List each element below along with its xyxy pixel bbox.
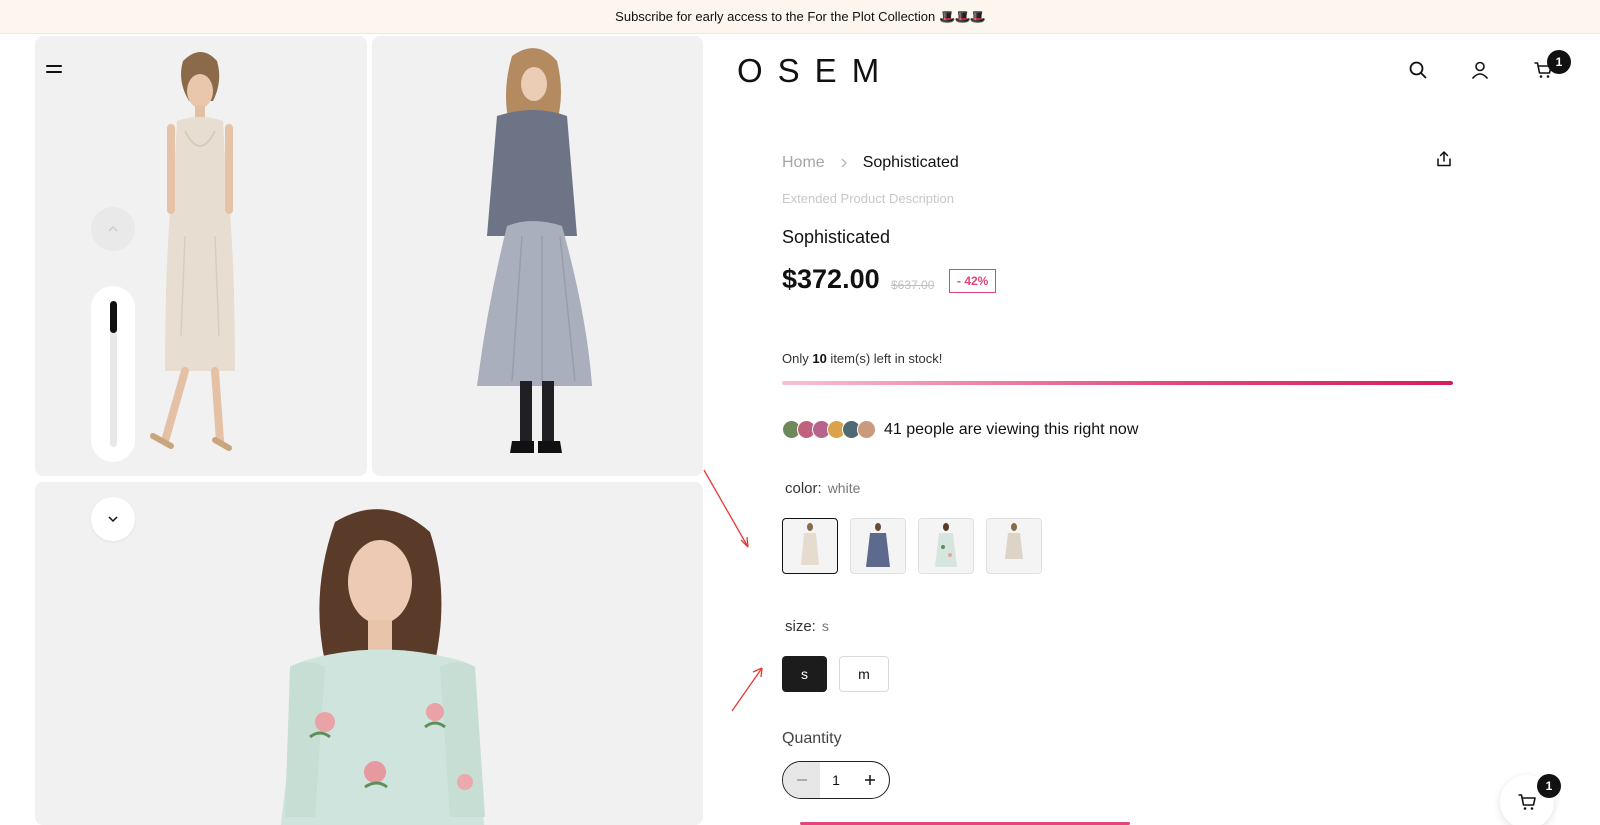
search-button[interactable] [1406,58,1430,82]
discount-badge: - 42% [949,269,997,293]
product-old-price: $637.00 [891,278,935,292]
site-logo[interactable]: OSEM [737,52,894,90]
quantity-stepper: 1 [782,761,890,799]
swatch-thumbnail [935,523,957,567]
menu-button[interactable] [46,62,62,76]
quantity-input[interactable]: 1 [820,772,851,788]
product-image-1[interactable] [35,36,367,476]
live-viewers: 41 people are viewing this right now [782,420,1138,439]
breadcrumb-current: Sophisticated [862,154,959,171]
cart-count-badge: 1 [1547,50,1571,74]
stock-count: 10 [812,351,827,366]
swatch-thumbnail [801,523,819,565]
gallery-next-button[interactable] [91,497,135,541]
model-image-champagne-dress [150,52,235,451]
swatch-thumbnail [866,523,890,567]
product-image-3[interactable] [35,482,703,825]
account-button[interactable] [1468,58,1492,82]
gallery-prev-button[interactable] [91,207,135,251]
extended-description-link[interactable]: Extended Product Description [782,191,954,206]
viewers-text: 41 people are viewing this right now [884,420,1139,438]
product-title: Sophisticated [782,227,891,247]
quantity-increase-button[interactable] [852,762,889,798]
hamburger-icon [46,65,62,67]
size-option-m[interactable]: m [839,656,889,692]
search-icon [1409,61,1427,79]
stock-progress-fill [782,381,1453,385]
chevron-right-icon [839,158,849,168]
chevron-down-icon [108,516,118,523]
size-label: size: s [785,618,829,635]
color-swatch-floral[interactable] [918,518,974,574]
color-selected-value: white [827,480,861,496]
share-button[interactable] [1435,150,1455,170]
announcement-emoji: 🎩🎩🎩 [939,8,986,24]
stock-message: Only 10 item(s) left in stock! [782,351,943,366]
account-icon [1471,61,1489,80]
gallery-scrollbar[interactable] [91,286,135,462]
cart-icon [1518,794,1536,810]
scrollbar-track [110,301,117,447]
product-price: $372.00 [782,264,880,294]
viewer-avatars [782,420,876,439]
breadcrumb-home-link[interactable]: Home [782,154,825,172]
color-label: color: white [785,480,861,497]
breadcrumb: Home Sophisticated [782,154,959,172]
quantity-label: Quantity [782,730,842,747]
color-swatch-blue[interactable] [850,518,906,574]
product-image-2[interactable] [372,36,703,476]
size-selected-value: s [821,618,829,634]
color-swatch-white[interactable] [782,518,838,574]
color-swatch-beige[interactable] [986,518,1042,574]
share-icon [1437,151,1451,167]
stock-progress-bar [782,381,1453,385]
plus-icon [865,775,876,785]
announcement-text: Subscribe for early access to the For th… [615,9,936,24]
floating-cart-count-badge: 1 [1537,774,1561,798]
minus-icon [796,779,807,781]
size-option-s[interactable]: s [782,656,827,692]
model-image-grey-outfit [477,48,592,453]
model-image-floral-dress [280,509,485,825]
swatch-thumbnail [1005,523,1023,559]
announcement-bar[interactable]: Subscribe for early access to the For th… [0,0,1600,34]
scrollbar-thumb[interactable] [110,301,117,333]
avatar [857,420,876,439]
chevron-up-icon [108,226,118,232]
quantity-decrease-button[interactable] [783,762,821,798]
